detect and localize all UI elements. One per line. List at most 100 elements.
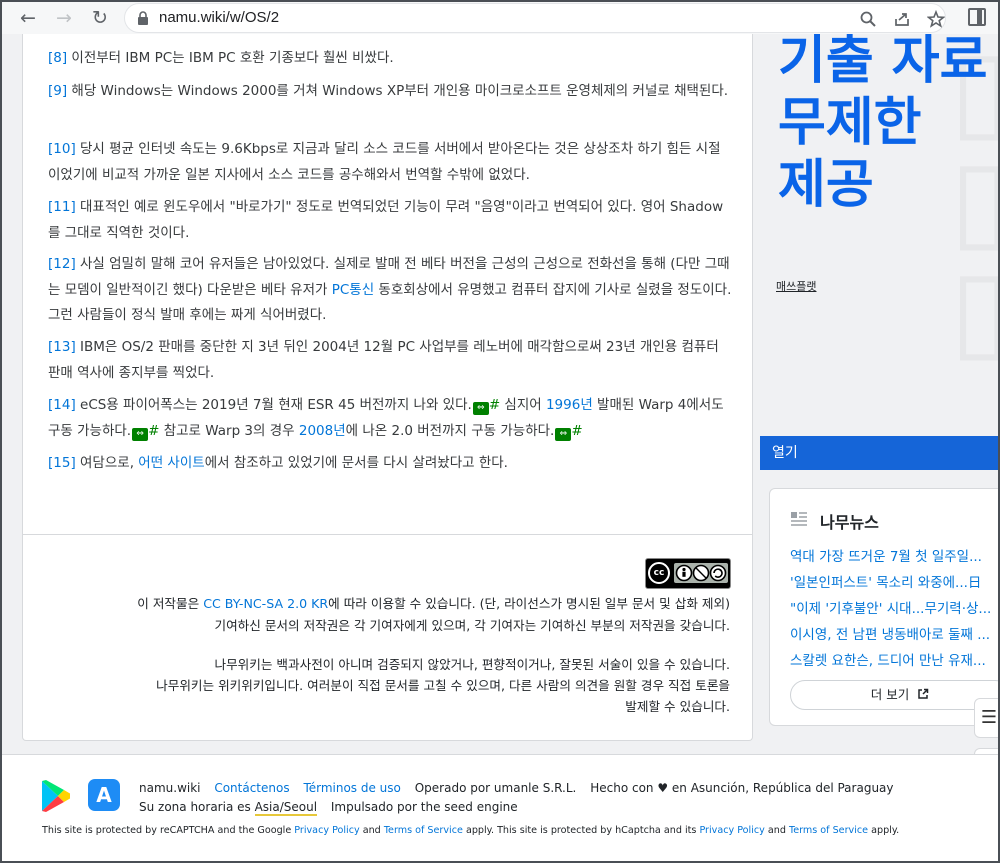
captcha-text: and bbox=[359, 825, 384, 836]
address-bar[interactable]: namu.wiki/w/OS/2 bbox=[124, 3, 946, 33]
footnote-number[interactable]: [14] bbox=[48, 397, 76, 413]
captcha-notice: This site is protected by reCAPTCHA and … bbox=[42, 825, 899, 836]
back-icon[interactable]: ← bbox=[16, 6, 40, 30]
news-item[interactable]: "이제 '기후불안' 시대...무기력·상... bbox=[790, 597, 991, 617]
footnote-text: 에서 참조하고 있었기에 문서를 다시 살려놨다고 한다. bbox=[204, 455, 508, 471]
external-link-icon[interactable]: ⇔ bbox=[472, 402, 489, 415]
footnote-text: 에 나온 2.0 버전까지 구동 가능하다. bbox=[345, 422, 555, 439]
ad-open-button[interactable]: 열기 bbox=[760, 436, 998, 470]
footnote-number[interactable]: [11] bbox=[48, 199, 76, 215]
copyright-line: 기여하신 문서의 저작권은 각 기여자에게 있으며, 각 기여자는 기여하신 부… bbox=[214, 618, 731, 633]
footnote-number[interactable]: [8] bbox=[48, 50, 67, 66]
google-play-icon[interactable] bbox=[40, 779, 72, 813]
terms-of-service-link[interactable]: Terms of Service bbox=[384, 825, 463, 836]
ad-headline-line: 제공 bbox=[778, 155, 874, 215]
captcha-text: This site is protected by reCAPTCHA and … bbox=[42, 825, 295, 836]
license-text: 에 따라 이용할 수 있습니다. (단, 라이선스가 명시된 일부 문서 및 삽… bbox=[328, 596, 730, 611]
ad-headline-line: 기출 자료 bbox=[778, 34, 988, 91]
some-site-link[interactable]: 어떤 사이트 bbox=[138, 455, 204, 471]
captcha-text: apply. This site is protected by hCaptch… bbox=[462, 825, 700, 836]
site-name: namu.wiki bbox=[139, 781, 201, 795]
browser-toolbar: ← → ↻ namu.wiki/w/OS/2 bbox=[2, 2, 998, 34]
license-text: 이 저작물은 bbox=[137, 596, 204, 611]
cc-by-nc-sa-icons bbox=[674, 563, 728, 583]
toc-icon[interactable]: ☰ bbox=[974, 698, 998, 738]
archive-hash-link[interactable]: # bbox=[148, 423, 159, 439]
footnote-number[interactable]: [10] bbox=[48, 141, 76, 157]
lock-icon bbox=[138, 11, 148, 25]
more-label: 더 보기 bbox=[870, 687, 910, 702]
footnote-text: 대표적인 예로 윈도우에서 "바로가기" 정도로 번역되었던 기능이 무려 "음… bbox=[48, 199, 724, 241]
news-widget: 나무뉴스 역대 가장 뜨거운 7월 첫 일주일... '일본인퍼스트' 목소리 … bbox=[769, 488, 998, 726]
footnote-number[interactable]: [15] bbox=[48, 455, 76, 471]
footnote-text: eCS용 파이어폭스는 2019년 7월 현재 ESR 45 버전까지 나와 있… bbox=[75, 397, 472, 413]
footnote-13: [13] IBM은 OS/2 판매를 중단한 지 3년 뒤인 2004년 12월… bbox=[48, 335, 732, 386]
footer-links: namu.wiki Contáctenos Términos de uso Op… bbox=[139, 781, 904, 795]
article-content: [8] 이전부터 IBM PC는 IBM PC 호환 기종보다 훨씬 비쌌다. … bbox=[22, 34, 753, 741]
footnote-number[interactable]: [9] bbox=[48, 83, 67, 99]
footnote-number[interactable]: [13] bbox=[48, 339, 76, 355]
ad-headline-line: 무제한 bbox=[778, 93, 922, 153]
operator-text: Operado por umanle S.R.L. bbox=[414, 781, 577, 795]
zoom-icon[interactable] bbox=[859, 10, 877, 28]
pc-tongsin-link[interactable]: PC통신 bbox=[332, 282, 374, 298]
terms-of-service-link[interactable]: Terms of Service bbox=[789, 825, 868, 836]
sidebar-ad[interactable]: ▯▯▯ 기출 자료 무제한 제공 매쓰플랫 bbox=[760, 34, 998, 434]
timezone-link[interactable]: Asia/Seoul bbox=[254, 800, 318, 816]
news-item[interactable]: '일본인퍼스트' 목소리 와중에...日 bbox=[790, 571, 981, 591]
wiki-note-line-2: 발제할 수 있습니다. bbox=[625, 699, 730, 714]
footnote-9: [9] 해당 Windows는 Windows 2000를 거쳐 Windows… bbox=[48, 79, 732, 105]
ad-sponsor-link[interactable]: 매쓰플랫 bbox=[776, 278, 816, 294]
engine-text: Impulsado por the seed engine bbox=[330, 800, 518, 814]
forward-icon[interactable]: → bbox=[52, 6, 76, 30]
footnote-number[interactable]: [12] bbox=[48, 256, 76, 272]
news-item[interactable]: 이시영, 전 남편 냉동배아로 둘째 ... bbox=[790, 623, 990, 643]
divider bbox=[23, 534, 752, 535]
footer-info: Su zona horaria es Asia/Seoul Impulsado … bbox=[139, 800, 528, 816]
url-text[interactable]: namu.wiki/w/OS/2 bbox=[159, 9, 279, 26]
side-panel-icon[interactable] bbox=[968, 8, 986, 26]
footnote-12: [12] 사실 엄밀히 말해 코어 유저들은 남아있었다. 실제로 발매 전 베… bbox=[48, 252, 732, 329]
ad-headline: 기출 자료 무제한 제공 bbox=[778, 34, 998, 216]
archive-hash-link[interactable]: # bbox=[571, 423, 582, 439]
year-2008-link[interactable]: 2008년 bbox=[299, 423, 346, 439]
footnote-10: [10] 당시 평균 인터넷 속도는 9.6Kbps로 지금과 달리 소스 코드… bbox=[48, 137, 732, 188]
footnote-15: [15] 여담으로, 어떤 사이트에서 참조하고 있었기에 문서를 다시 살려놨… bbox=[48, 451, 732, 477]
disclaimer-line: 나무위키는 백과사전이 아니며 검증되지 않았거나, 편향적이거나, 잘못된 서… bbox=[214, 657, 731, 672]
footnote-text: 참고로 Warp 3의 경우 bbox=[159, 422, 299, 439]
terms-link[interactable]: Términos de uso bbox=[303, 781, 400, 795]
cc-logo: cc bbox=[648, 562, 670, 584]
archive-hash-link[interactable]: # bbox=[489, 397, 500, 413]
cc-license-link[interactable]: CC BY-NC-SA 2.0 KR bbox=[203, 596, 328, 611]
external-link-icon[interactable]: ⇔ bbox=[132, 427, 149, 441]
app-store-icon[interactable]: A bbox=[88, 779, 120, 811]
cc-license-badge[interactable]: cc bbox=[645, 558, 731, 589]
reload-icon[interactable]: ↻ bbox=[88, 6, 112, 30]
timezone-label: Su zona horaria es bbox=[139, 800, 255, 814]
bookmark-star-icon[interactable] bbox=[927, 10, 945, 28]
more-news-button[interactable]: 더 보기 bbox=[790, 680, 998, 710]
captcha-text: apply. bbox=[868, 825, 900, 836]
contact-link[interactable]: Contáctenos bbox=[214, 781, 289, 795]
news-icon bbox=[791, 512, 807, 526]
by-nc-sa-icon bbox=[675, 564, 727, 582]
external-link-icon bbox=[918, 688, 929, 699]
footnote-text: 이전부터 IBM PC는 IBM PC 호환 기종보다 훨씬 비쌌다. bbox=[67, 50, 394, 66]
wiki-note-line: 나무위키는 위키위키입니다. 여러분이 직접 문서를 고칠 수 있으며, 다른 … bbox=[156, 678, 730, 693]
footnote-11: [11] 대표적인 예로 윈도우에서 "바로가기" 정도로 번역되었던 기능이 … bbox=[48, 195, 732, 246]
footnote-text: IBM은 OS/2 판매를 중단한 지 3년 뒤인 2004년 12월 PC 사… bbox=[48, 339, 719, 381]
privacy-policy-link[interactable]: Privacy Policy bbox=[699, 825, 764, 836]
privacy-policy-link[interactable]: Privacy Policy bbox=[294, 825, 359, 836]
footnote-14: [14] eCS용 파이어폭스는 2019년 7월 현재 ESR 45 버전까지… bbox=[48, 393, 732, 444]
share-icon[interactable] bbox=[893, 10, 911, 28]
made-in-text: Hecho con ♥ en Asunción, República del P… bbox=[590, 781, 894, 795]
license-line: 이 저작물은 CC BY-NC-SA 2.0 KR에 따라 이용할 수 있습니다… bbox=[137, 594, 730, 614]
news-item[interactable]: 스칼렛 요한슨, 드디어 만난 유재... bbox=[790, 649, 986, 669]
captcha-text: and bbox=[764, 825, 789, 836]
year-1996-link[interactable]: 1996년 bbox=[546, 397, 593, 413]
news-title: 나무뉴스 bbox=[820, 513, 879, 532]
footnote-text: 심지어 bbox=[500, 397, 546, 413]
news-item[interactable]: 역대 가장 뜨거운 7월 첫 일주일... bbox=[790, 545, 982, 565]
external-link-icon[interactable]: ⇔ bbox=[555, 427, 572, 441]
browser-window: ← → ↻ namu.wiki/w/OS/2 [8] 이전부터 IBM PC는 … bbox=[0, 0, 1000, 863]
